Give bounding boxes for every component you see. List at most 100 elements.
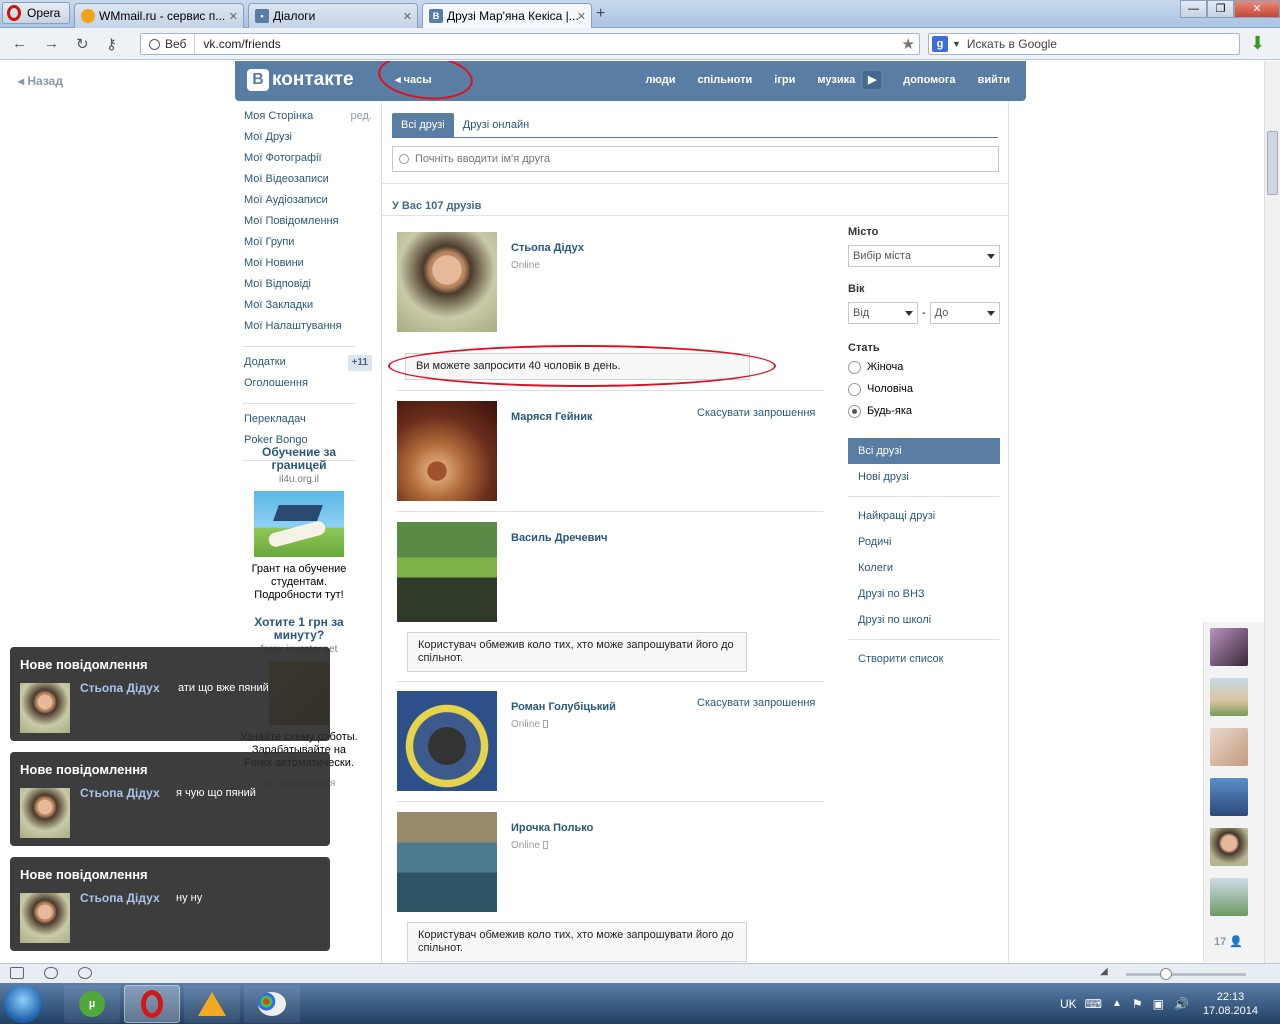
sender-name[interactable]: Стьопа Дідух	[80, 891, 160, 905]
nav-my-settings[interactable]: Мої Налаштування	[244, 319, 374, 340]
city-select[interactable]: Вибір міста	[848, 245, 1000, 267]
online-friend-avatar[interactable]	[1210, 828, 1248, 866]
nav-my-audio[interactable]: Мої Аудіозаписи	[244, 193, 374, 214]
zoom-slider-knob[interactable]	[1160, 968, 1172, 980]
cloud-icon[interactable]	[44, 967, 58, 979]
new-tab-icon[interactable]: +	[596, 5, 605, 23]
zoom-arrow-icon[interactable]: ◢	[1100, 966, 1108, 977]
create-list-link[interactable]: Створити список	[848, 646, 1000, 672]
friend-avatar[interactable]	[397, 812, 497, 912]
friend-name[interactable]: Василь Дречевич	[511, 532, 608, 544]
close-icon[interactable]: ✕	[229, 10, 238, 23]
panel-toggle-icon[interactable]	[10, 967, 24, 979]
search-engine-field[interactable]: g ▼ Искать в Google	[928, 33, 1240, 55]
menu-help[interactable]: допомога	[903, 74, 955, 89]
cancel-invite-link[interactable]: Скасувати запрошення	[697, 407, 815, 419]
clock[interactable]: 22:13 17.08.2014	[1203, 990, 1258, 1018]
nav-my-friends[interactable]: Мої Друзі	[244, 130, 374, 151]
chevron-down-icon[interactable]: ▼	[952, 39, 961, 49]
friend-avatar[interactable]	[397, 232, 497, 332]
sex-female-radio[interactable]: Жіноча	[848, 356, 1000, 378]
friend-avatar[interactable]	[397, 691, 497, 791]
aimp-taskbar-button[interactable]	[184, 985, 240, 1023]
nav-my-messages[interactable]: Мої Повідомлення	[244, 214, 374, 235]
online-friend-avatar[interactable]	[1210, 628, 1248, 666]
menu-games[interactable]: ігри	[774, 74, 795, 89]
nav-my-page[interactable]: Моя Сторінка ред.	[244, 109, 374, 130]
back-link[interactable]: ◂ Назад	[18, 74, 63, 88]
filter-school[interactable]: Друзі по школі	[848, 607, 1000, 633]
age-to-select[interactable]: До	[929, 302, 1000, 324]
url-field[interactable]: Веб vk.com/friends ★	[140, 33, 920, 55]
tab-friends-online[interactable]: Друзі онлайн	[454, 113, 538, 137]
browser-tab-dialogs[interactable]: ▪ Діалоги ✕	[248, 3, 418, 28]
vk-logo[interactable]: В контакте	[247, 69, 354, 91]
menu-logout[interactable]: вийти	[978, 74, 1010, 89]
ad-image-graduation[interactable]	[254, 491, 344, 557]
language-indicator[interactable]: UK	[1060, 997, 1077, 1011]
filter-best-friends[interactable]: Найкращі друзі	[848, 503, 1000, 529]
message-notification[interactable]: Нове повідомлення Стьопа Дідух я чую що …	[10, 752, 330, 846]
windows-start-icon[interactable]	[4, 985, 42, 1023]
nav-apps[interactable]: Додатки +11	[244, 355, 374, 376]
keyboard-icon[interactable]: ⌨	[1085, 997, 1102, 1011]
menu-communities[interactable]: спільноти	[697, 74, 752, 89]
minimize-icon[interactable]: —	[1180, 0, 1207, 18]
online-friend-avatar[interactable]	[1210, 778, 1248, 816]
filter-university[interactable]: Друзі по ВНЗ	[848, 581, 1000, 607]
friend-name[interactable]: Роман Голубіцький	[511, 701, 616, 713]
volume-icon[interactable]: 🔊	[1174, 997, 1189, 1011]
back-arrow-icon[interactable]: ←	[12, 35, 27, 52]
key-icon[interactable]: ⚷	[106, 35, 117, 53]
browser-tab-wmmail[interactable]: WMmail.ru - сервис п... ✕	[74, 3, 244, 28]
tab-all-friends[interactable]: Всі друзі	[392, 113, 454, 137]
nav-ads[interactable]: Оголошення	[244, 376, 374, 397]
network-icon[interactable]: ▣	[1153, 997, 1164, 1011]
bookmark-star-icon[interactable]: ★	[902, 35, 915, 53]
filter-new-friends[interactable]: Нові друзі	[848, 464, 1000, 490]
friend-name[interactable]: Ирочка Полько	[511, 822, 593, 834]
nav-my-news[interactable]: Мої Новини	[244, 256, 374, 277]
nav-my-videos[interactable]: Мої Відеозаписи	[244, 172, 374, 193]
zoom-slider[interactable]	[1126, 973, 1246, 976]
online-friend-avatar[interactable]	[1210, 878, 1248, 916]
friend-search-input[interactable]: Почніть вводити ім'я друга	[392, 146, 999, 172]
cancel-invite-link[interactable]: Скасувати запрошення	[697, 697, 815, 709]
close-icon[interactable]: ✕	[403, 10, 412, 23]
online-friend-avatar[interactable]	[1210, 728, 1248, 766]
message-notification[interactable]: Нове повідомлення Стьопа Дідух ати що вж…	[10, 647, 330, 741]
download-icon[interactable]: ⬇	[1250, 33, 1268, 53]
age-from-select[interactable]: Від	[848, 302, 918, 324]
maximize-icon[interactable]: ❐	[1207, 0, 1234, 18]
ad-title[interactable]: Хотите 1 грн за минуту?	[240, 616, 358, 642]
edit-link[interactable]: ред.	[351, 109, 372, 123]
opera-taskbar-button[interactable]	[124, 985, 180, 1023]
sender-name[interactable]: Стьопа Дідух	[80, 786, 160, 800]
window-close-icon[interactable]: ✕	[1234, 0, 1280, 18]
nav-my-groups[interactable]: Мої Групи	[244, 235, 374, 256]
ad-title[interactable]: Обучение за границей	[240, 446, 358, 472]
friend-avatar[interactable]	[397, 401, 497, 501]
web-badge[interactable]: Веб	[141, 34, 196, 54]
close-icon[interactable]: ✕	[577, 10, 586, 23]
play-icon[interactable]: ▶	[863, 71, 882, 89]
utorrent-taskbar-button[interactable]: µ	[64, 985, 120, 1023]
friend-name[interactable]: Маряся Гейник	[511, 411, 592, 423]
opera-menu-button[interactable]: Opera	[2, 2, 70, 24]
reload-icon[interactable]: ↻	[76, 35, 89, 53]
filter-colleagues[interactable]: Колеги	[848, 555, 1000, 581]
flag-icon[interactable]: ⚑	[1132, 997, 1143, 1011]
sex-any-radio[interactable]: Будь-яка	[848, 400, 1000, 422]
message-notification[interactable]: Нове повідомлення Стьопа Дідух ну ну	[10, 857, 330, 951]
page-scrollbar[interactable]	[1264, 61, 1280, 963]
filter-relatives[interactable]: Родичі	[848, 529, 1000, 555]
browser-tab-friends[interactable]: B Друзі Мар'яна Кекіса |... ✕	[422, 3, 592, 28]
menu-music[interactable]: музика	[817, 74, 855, 89]
tray-expand-icon[interactable]: ▲	[1112, 998, 1122, 1009]
nav-my-answers[interactable]: Мої Відповіді	[244, 277, 374, 298]
nav-my-photos[interactable]: Мої Фотографії	[244, 151, 374, 172]
friend-avatar[interactable]	[397, 522, 497, 622]
forward-arrow-icon[interactable]: →	[44, 35, 59, 52]
menu-people[interactable]: люди	[645, 74, 675, 89]
filter-all-friends[interactable]: Всі друзі	[848, 438, 1000, 464]
